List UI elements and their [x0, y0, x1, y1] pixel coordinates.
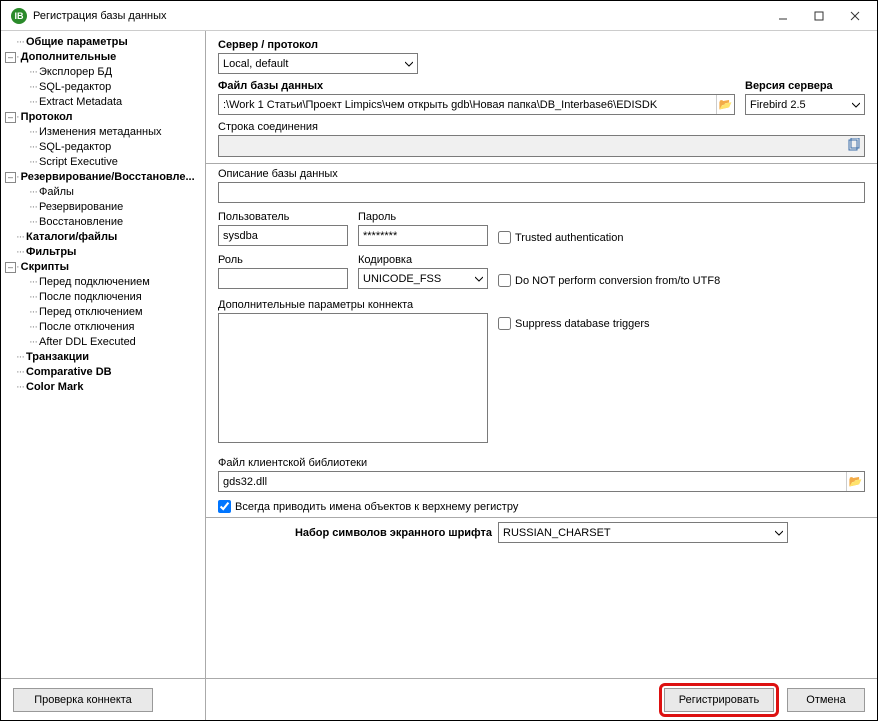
server-label: Сервер / протокол: [218, 39, 865, 51]
tree-item[interactable]: ···Extract Metadata: [5, 95, 205, 110]
minimize-button[interactable]: [765, 5, 801, 27]
noconvert-checkbox[interactable]: [498, 274, 511, 287]
tree-item-protocol[interactable]: –·Протокол: [5, 110, 205, 125]
close-button[interactable]: [837, 5, 873, 27]
tree-item[interactable]: ···Изменения метаданных: [5, 125, 205, 140]
tree-item[interactable]: ···Перед подключением: [5, 275, 205, 290]
tree-item-comparative[interactable]: ···Comparative DB: [5, 365, 205, 380]
tree-item[interactable]: ···SQL-редактор: [5, 140, 205, 155]
connstr-box: [218, 135, 865, 157]
clientlib-input[interactable]: [219, 472, 846, 491]
tree-item[interactable]: ···Script Executive: [5, 155, 205, 170]
dbfile-input-wrap: 📂: [218, 94, 735, 115]
tree-item-scripts[interactable]: –·Скрипты: [5, 260, 205, 275]
tree-item[interactable]: ···SQL-редактор: [5, 80, 205, 95]
tree-item[interactable]: ···Перед отключением: [5, 305, 205, 320]
version-select[interactable]: Firebird 2.5: [745, 94, 865, 115]
nav-tree: ···Общие параметры –·Дополнительные ···Э…: [1, 31, 206, 720]
version-label: Версия сервера: [745, 80, 865, 92]
titlebar: IB Регистрация базы данных: [1, 1, 877, 31]
clientlib-input-wrap: 📂: [218, 471, 865, 492]
folder-open-icon[interactable]: 📂: [716, 95, 734, 114]
desc-input[interactable]: [218, 182, 865, 203]
tree-item[interactable]: ···After DDL Executed: [5, 335, 205, 350]
charset-label: Набор символов экранного шрифта: [295, 527, 492, 539]
tree-item-colormark[interactable]: ···Color Mark: [5, 380, 205, 395]
noconvert-label: Do NOT perform conversion from/to UTF8: [515, 275, 720, 287]
pass-input[interactable]: [358, 225, 488, 246]
tree-item[interactable]: ···Резервирование: [5, 200, 205, 215]
app-icon: IB: [11, 8, 27, 24]
maximize-button[interactable]: [801, 5, 837, 27]
cancel-button[interactable]: Отмена: [787, 688, 865, 712]
trusted-label: Trusted authentication: [515, 232, 623, 244]
encoding-label: Кодировка: [358, 254, 488, 266]
register-button[interactable]: Регистрировать: [664, 688, 774, 712]
test-connection-button[interactable]: Проверка коннекта: [13, 688, 153, 712]
clientlib-label: Файл клиентской библиотеки: [218, 457, 865, 469]
addparams-label: Дополнительные параметры коннекта: [218, 299, 488, 311]
dbfile-label: Файл базы данных: [218, 80, 735, 92]
role-label: Роль: [218, 254, 348, 266]
tree-item-transactions[interactable]: ···Транзакции: [5, 350, 205, 365]
tree-item-additional[interactable]: –·Дополнительные: [5, 50, 205, 65]
tree-item[interactable]: ···Файлы: [5, 185, 205, 200]
copy-icon[interactable]: [847, 138, 861, 152]
charset-select[interactable]: RUSSIAN_CHARSET: [498, 522, 788, 543]
dialog-window: IB Регистрация базы данных ···Общие пара…: [0, 0, 878, 721]
folder-open-icon[interactable]: 📂: [846, 472, 864, 491]
uppercase-label: Всегда приводить имена объектов к верхне…: [235, 501, 518, 513]
addparams-textarea[interactable]: [218, 313, 488, 443]
tree-item[interactable]: ···После отключения: [5, 320, 205, 335]
user-label: Пользователь: [218, 211, 348, 223]
register-highlight: Регистрировать: [659, 683, 779, 717]
trusted-checkbox[interactable]: [498, 231, 511, 244]
dbfile-input[interactable]: [219, 95, 716, 114]
tree-item[interactable]: ···Восстановление: [5, 215, 205, 230]
connstr-label: Строка соединения: [218, 121, 865, 133]
uppercase-checkbox[interactable]: [218, 500, 231, 513]
tree-item-backup[interactable]: –·Резервирование/Восстановле...: [5, 170, 205, 185]
encoding-select[interactable]: UNICODE_FSS: [358, 268, 488, 289]
role-input[interactable]: [218, 268, 348, 289]
tree-item[interactable]: ···Эксплорер БД: [5, 65, 205, 80]
window-title: Регистрация базы данных: [33, 10, 765, 22]
tree-item-filters[interactable]: ···Фильтры: [5, 245, 205, 260]
suppress-label: Suppress database triggers: [515, 318, 650, 330]
tree-item-catalogs[interactable]: ···Каталоги/файлы: [5, 230, 205, 245]
server-select[interactable]: Local, default: [218, 53, 418, 74]
pass-label: Пароль: [358, 211, 488, 223]
button-bar: Проверка коннекта Регистрировать Отмена: [1, 678, 877, 720]
tree-item[interactable]: ···После подключения: [5, 290, 205, 305]
suppress-checkbox[interactable]: [498, 317, 511, 330]
user-input[interactable]: [218, 225, 348, 246]
desc-label: Описание базы данных: [218, 168, 865, 180]
tree-item-general[interactable]: ···Общие параметры: [5, 35, 205, 50]
